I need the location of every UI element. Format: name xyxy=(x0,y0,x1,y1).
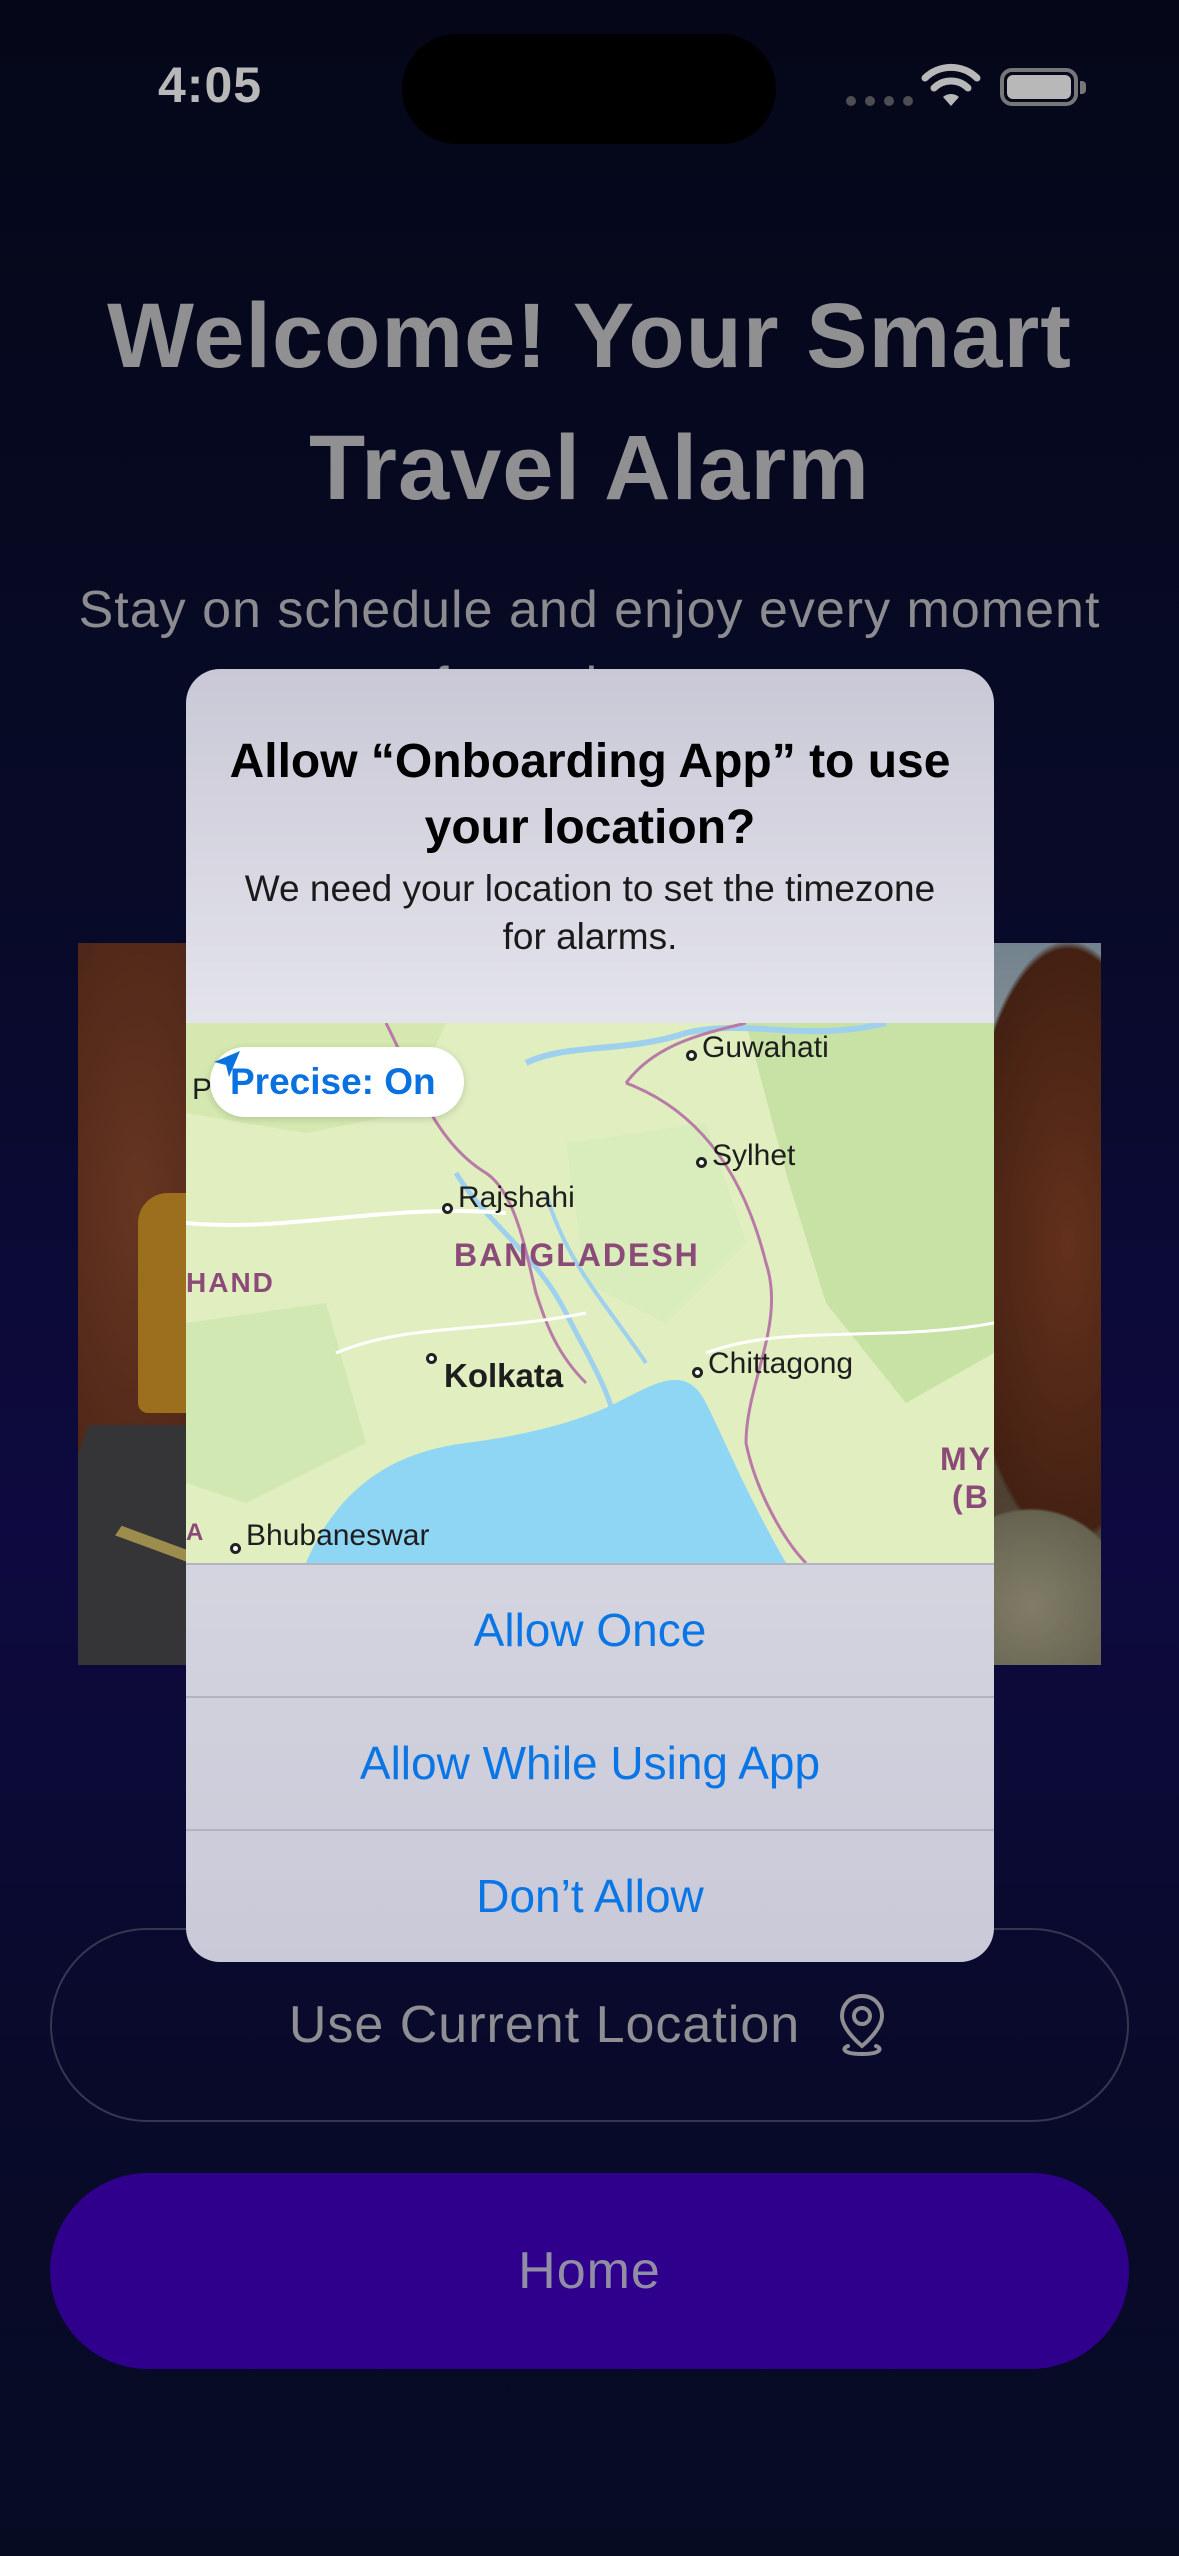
map-country-label: MY xyxy=(940,1441,992,1477)
map-country-label: HAND xyxy=(186,1267,275,1298)
map-city-label: Bhubaneswar xyxy=(246,1519,430,1552)
location-map: Guwahati Sylhet Rajshahi BANGLADESH HAND… xyxy=(186,1023,994,1563)
map-city-label: Sylhet xyxy=(712,1139,796,1172)
allow-once-button[interactable]: Allow Once xyxy=(186,1563,994,1695)
location-permission-alert: Allow “Onboarding App” to use your locat… xyxy=(186,669,994,1962)
precise-location-toggle[interactable]: Precise: On xyxy=(210,1047,464,1117)
alert-message: We need your location to set the timezon… xyxy=(244,868,936,957)
map-country-label: A xyxy=(186,1519,206,1546)
dont-allow-label: Don’t Allow xyxy=(476,1870,704,1922)
allow-while-using-label: Allow While Using App xyxy=(359,1737,821,1789)
map-city-label: Chittagong xyxy=(708,1347,854,1380)
allow-once-label: Allow Once xyxy=(473,1604,707,1656)
map-city-label: Kolkata xyxy=(444,1357,564,1394)
map-country-label: BANGLADESH xyxy=(454,1237,700,1273)
dont-allow-button[interactable]: Don’t Allow xyxy=(186,1829,994,1961)
allow-while-using-button[interactable]: Allow While Using App xyxy=(186,1696,994,1828)
alert-title: Allow “Onboarding App” to use your locat… xyxy=(229,735,951,854)
map-city-label: Guwahati xyxy=(702,1031,829,1064)
location-arrow-icon xyxy=(214,1051,240,1077)
map-city-label: Rajshahi xyxy=(458,1181,575,1214)
map-city-label: P xyxy=(192,1073,213,1106)
map-country-label: (B xyxy=(952,1479,990,1515)
precise-label: Precise: On xyxy=(230,1061,436,1102)
